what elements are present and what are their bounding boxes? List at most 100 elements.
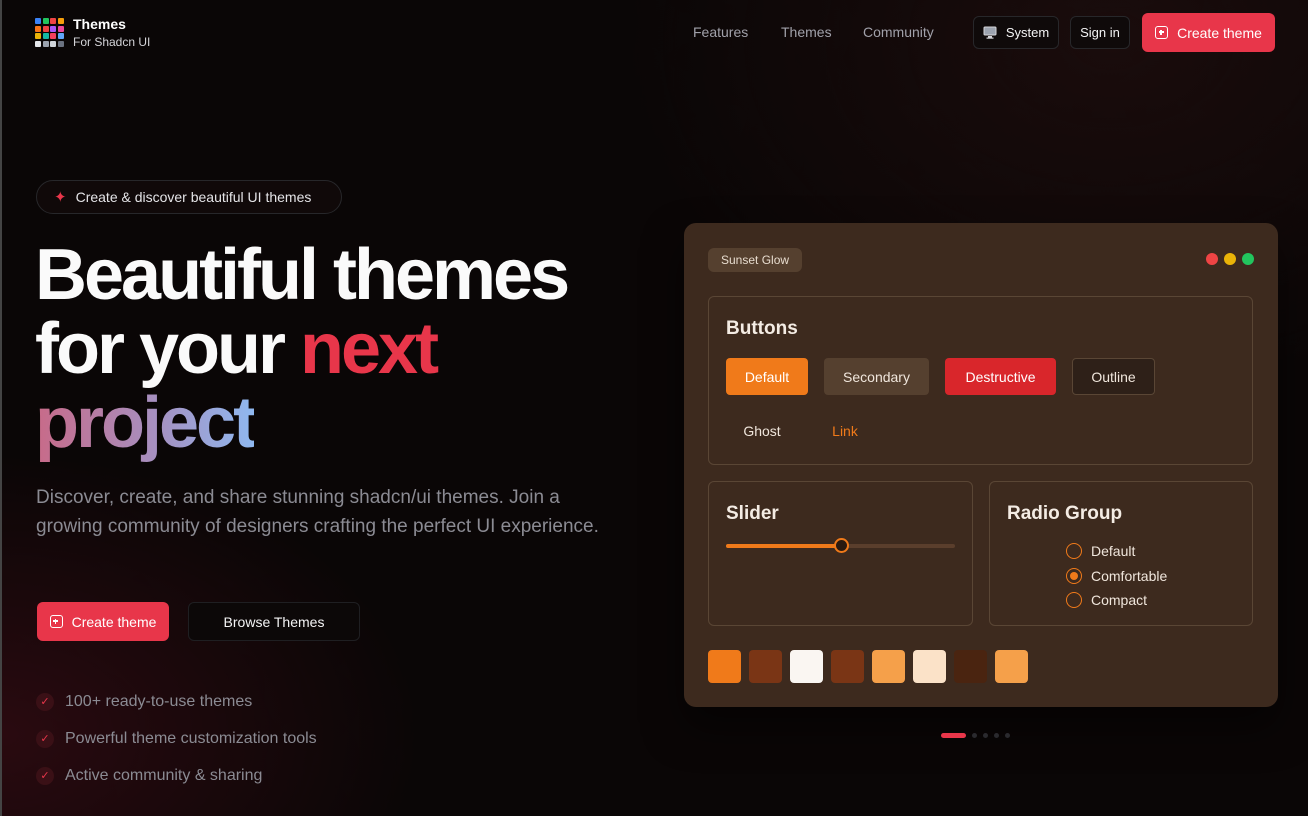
radio-circle: [1066, 592, 1082, 608]
hero-create-theme-button[interactable]: Create theme: [37, 602, 169, 641]
monitor-icon: [983, 26, 997, 39]
header-create-theme-button[interactable]: Create theme: [1142, 13, 1275, 52]
feature-item: ✓ 100+ ready-to-use themes: [36, 683, 317, 720]
slider-panel: Slider: [708, 481, 973, 626]
window-dots: [1206, 253, 1254, 265]
preview-outline-button[interactable]: Outline: [1072, 358, 1155, 395]
check-circle-icon: ✓: [36, 729, 54, 748]
plus-square-icon: [1155, 26, 1169, 39]
radio-option-label: Default: [1091, 543, 1136, 559]
slider-thumb[interactable]: [833, 538, 849, 553]
site-header: Themes For Shadcn UI Features Themes Com…: [2, 0, 1308, 66]
preview-secondary-button[interactable]: Secondary: [824, 358, 929, 395]
radio-group-title: Radio Group: [1007, 503, 1123, 524]
logo-grid-cell: [35, 18, 41, 24]
brand-title: Themes: [73, 16, 126, 32]
logo-grid-cell: [35, 33, 41, 39]
window-dot-yellow: [1224, 253, 1236, 265]
preview-ghost-button[interactable]: Ghost: [726, 412, 798, 449]
carousel-dot[interactable]: [994, 733, 999, 738]
sparkles-icon: ✦: [54, 189, 67, 206]
theme-mode-button[interactable]: System: [973, 16, 1059, 49]
plus-square-icon: [49, 615, 63, 628]
hero-announcement-pill[interactable]: ✦ Create & discover beautiful UI themes: [36, 180, 342, 214]
nav-link-community[interactable]: Community: [863, 24, 934, 40]
color-swatch[interactable]: [831, 650, 864, 683]
logo-grid-cell: [42, 18, 49, 24]
preview-destructive-button[interactable]: Destructive: [945, 358, 1056, 395]
slider-panel-title: Slider: [726, 503, 779, 524]
theme-name-badge: Sunset Glow: [708, 248, 803, 272]
nav-link-themes[interactable]: Themes: [781, 24, 832, 40]
headline-line-2-text: for your: [35, 309, 301, 389]
logo-grid-cell: [50, 40, 56, 47]
check-circle-icon: ✓: [36, 692, 54, 711]
window-dot-red: [1206, 253, 1218, 265]
brand-logo[interactable]: Themes For Shadcn UI: [35, 16, 150, 52]
sign-in-button[interactable]: Sign in: [1070, 16, 1130, 49]
radio-option-label: Compact: [1091, 592, 1148, 608]
logo-grid-cell: [42, 25, 49, 32]
headline-line-2: for your next: [35, 312, 567, 386]
headline-line-1: Beautiful themes: [35, 235, 570, 315]
color-swatch[interactable]: [954, 650, 987, 683]
radio-group-panel: Radio Group Default Comfortable Compact: [989, 481, 1253, 626]
radio-option[interactable]: Default: [1066, 543, 1135, 559]
window-dot-green: [1242, 253, 1254, 265]
nav-link-features[interactable]: Features: [693, 24, 748, 40]
color-swatch[interactable]: [995, 650, 1028, 683]
brand-subtitle: For Shadcn UI: [73, 35, 151, 49]
logo-grid-cell: [35, 40, 41, 47]
color-swatch[interactable]: [913, 650, 946, 683]
logo-grid-cell: [50, 33, 56, 39]
radio-option[interactable]: Comfortable: [1066, 568, 1167, 584]
logo-grid-cell: [57, 33, 64, 39]
logo-grid-cell: [50, 18, 56, 24]
check-circle-icon: ✓: [36, 766, 54, 785]
hero-description: Discover, create, and share stunning sha…: [36, 487, 599, 537]
headline-accent-word: next: [300, 309, 439, 389]
carousel-dot[interactable]: [1005, 733, 1010, 738]
feature-text: Powerful theme customization tools: [65, 729, 317, 747]
buttons-panel: Buttons Default Secondary Destructive Ou…: [708, 296, 1253, 465]
feature-text: Active community & sharing: [65, 766, 263, 784]
carousel-dot[interactable]: [983, 733, 988, 738]
logo-grid-cell: [42, 40, 49, 47]
headline-gradient-word: project: [35, 383, 257, 463]
hero-pill-text: Create & discover beautiful UI themes: [75, 189, 312, 205]
radio-option-label: Comfortable: [1091, 568, 1168, 584]
browse-themes-button[interactable]: Browse Themes: [188, 602, 360, 641]
logo-grid-cell: [50, 25, 56, 32]
logo-grid-icon: [35, 18, 65, 48]
radio-circle: [1066, 568, 1082, 584]
preview-link-button[interactable]: Link: [817, 412, 873, 449]
feature-text: 100+ ready-to-use themes: [65, 692, 253, 710]
hero-create-theme-label: Create theme: [71, 613, 157, 630]
preview-default-button[interactable]: Default: [726, 358, 808, 395]
logo-grid-cell: [57, 40, 64, 47]
carousel-dot[interactable]: [941, 733, 966, 738]
feature-item: ✓ Active community & sharing: [36, 757, 317, 794]
feature-list: ✓ 100+ ready-to-use themes ✓ Powerful th…: [36, 683, 317, 794]
header-create-theme-label: Create theme: [1177, 24, 1262, 41]
logo-grid-cell: [42, 33, 49, 39]
color-swatch[interactable]: [872, 650, 905, 683]
theme-preview-card: Sunset Glow Buttons Default Secondary De…: [684, 223, 1278, 707]
buttons-panel-title: Buttons: [726, 318, 798, 339]
headline-line-3: project: [35, 386, 567, 460]
carousel-dot[interactable]: [972, 733, 977, 738]
slider-track[interactable]: [726, 538, 955, 553]
radio-circle: [1066, 543, 1082, 559]
hero-headline: Beautiful themes for your next project: [35, 235, 570, 460]
feature-item: ✓ Powerful theme customization tools: [36, 720, 317, 757]
slider-range: [726, 544, 841, 548]
theme-mode-label: System: [1005, 25, 1050, 40]
color-swatch[interactable]: [708, 650, 741, 683]
logo-grid-cell: [57, 25, 64, 32]
carousel-pagination: [941, 733, 1010, 738]
color-swatch[interactable]: [749, 650, 782, 683]
logo-grid-cell: [35, 25, 41, 32]
logo-grid-cell: [57, 18, 64, 24]
color-swatch[interactable]: [790, 650, 823, 683]
radio-option[interactable]: Compact: [1066, 592, 1147, 608]
